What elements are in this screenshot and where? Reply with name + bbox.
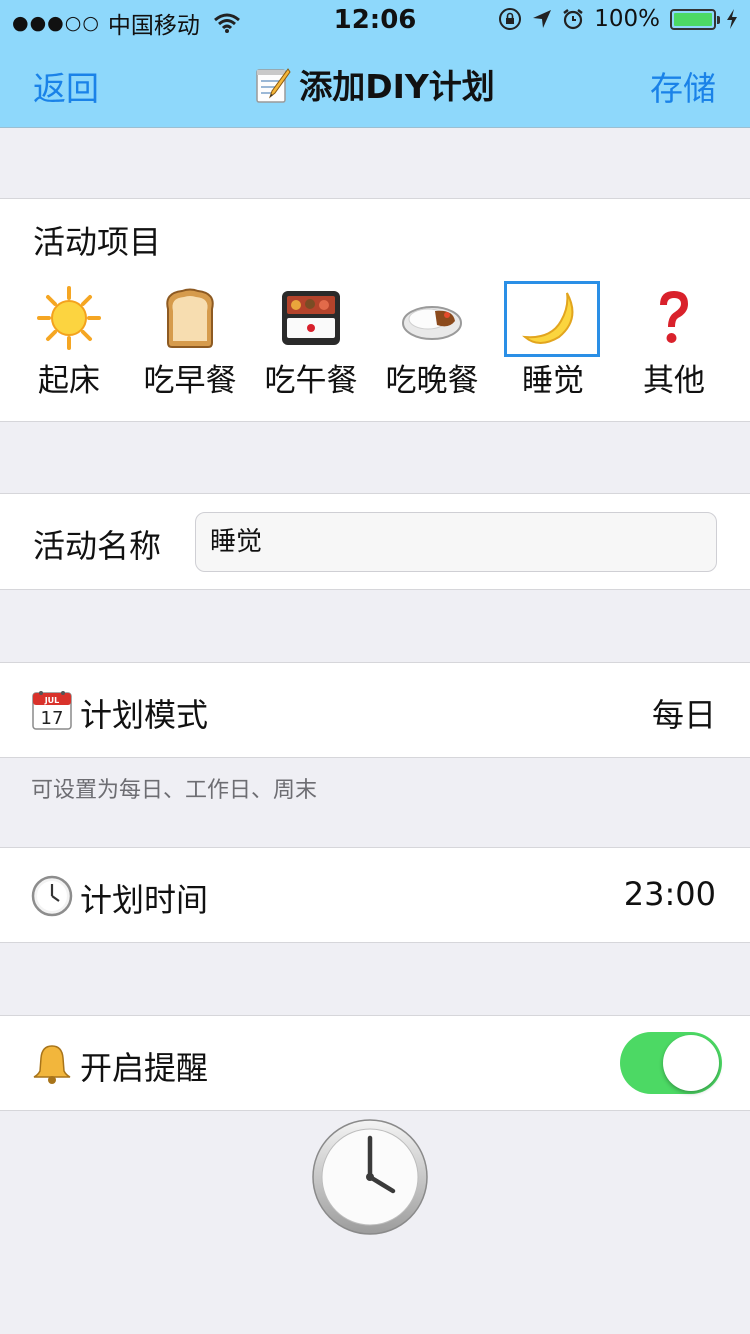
activity-option-wake[interactable]: 起床 — [11, 281, 127, 401]
activity-option-lunch[interactable]: 吃午餐 — [253, 281, 369, 401]
reminder-toggle[interactable] — [620, 1032, 722, 1094]
activity-label: 吃早餐 — [143, 363, 237, 399]
activity-option-other[interactable]: 其他 — [616, 281, 732, 401]
activity-options: 起床 吃早餐 吃午餐 吃晚餐 睡觉 其他 — [11, 281, 739, 411]
plan-mode-value: 每日 — [651, 696, 716, 734]
bento-box-icon — [282, 291, 340, 345]
activity-label: 吃午餐 — [264, 363, 358, 399]
battery-icon — [670, 8, 720, 30]
activity-icon-frame — [634, 281, 714, 355]
activity-name-label: 活动名称 — [33, 527, 162, 565]
activity-option-dinner[interactable]: 吃晚餐 — [374, 281, 490, 401]
activity-icon-frame — [150, 281, 230, 355]
bread-icon — [166, 288, 214, 348]
save-button[interactable]: 存储 — [650, 62, 716, 110]
plan-mode-row[interactable]: JUL 17 计划模式 每日 — [0, 662, 750, 758]
status-right: 100% — [498, 6, 738, 32]
plan-time-value: 23:00 — [623, 875, 716, 913]
activity-label: 吃晚餐 — [385, 363, 479, 399]
plan-mode-label: 计划模式 — [80, 696, 209, 734]
reminder-label: 开启提醒 — [80, 1049, 209, 1087]
charging-bolt-icon — [727, 9, 737, 29]
alarm-icon — [563, 9, 583, 30]
activity-heading: 活动项目 — [33, 223, 162, 261]
reminder-row: 开启提醒 — [0, 1015, 750, 1111]
rotation-lock-icon — [499, 8, 522, 30]
calendar-month: JUL — [44, 696, 60, 705]
activity-name-input[interactable]: 睡觉 — [195, 512, 717, 572]
clock-icon — [312, 1119, 428, 1235]
bell-icon — [33, 1045, 71, 1084]
calendar-day: 17 — [41, 708, 64, 729]
battery-percent: 100% — [594, 6, 660, 32]
activity-icon-frame — [392, 281, 472, 355]
page-title-container: 添加DIY计划 — [0, 60, 750, 108]
plan-time-row[interactable]: 计划时间 23:00 — [0, 847, 750, 943]
crescent-moon-icon — [522, 292, 574, 344]
calendar-icon: JUL 17 — [32, 691, 72, 730]
activity-icon-frame — [271, 281, 351, 355]
activity-name-row: 活动名称 睡觉 — [0, 493, 750, 590]
status-bar: ●●●○○ 中国移动 12:06 100% — [0, 0, 750, 40]
question-mark-icon — [660, 291, 688, 343]
activity-icon-frame — [29, 281, 109, 355]
activity-label: 起床 — [38, 363, 100, 399]
memo-icon — [256, 68, 291, 103]
activity-label: 其他 — [643, 363, 705, 399]
header: ●●●○○ 中国移动 12:06 100% 返回 添加DIY计划 存储 — [0, 0, 750, 128]
sun-icon — [37, 286, 101, 350]
activity-option-breakfast[interactable]: 吃早餐 — [132, 281, 248, 401]
activity-label: 睡觉 — [522, 363, 584, 399]
location-arrow-icon — [533, 10, 552, 28]
activity-section: 活动项目 起床 吃早餐 吃午餐 吃晚餐 睡觉 其他 — [0, 198, 750, 422]
page-title: 添加DIY计划 — [299, 67, 495, 106]
battery-level — [674, 12, 712, 26]
toggle-knob — [663, 1035, 719, 1091]
curry-rice-icon — [402, 306, 462, 340]
clock-icon — [31, 875, 73, 917]
activity-icon-frame-selected — [504, 281, 600, 357]
activity-option-sleep[interactable]: 睡觉 — [495, 281, 611, 401]
app-screen: ●●●○○ 中国移动 12:06 100% 返回 添加DIY计划 存储 活动项目… — [0, 0, 750, 1334]
navigation-bar: 返回 添加DIY计划 存储 — [0, 40, 750, 128]
plan-time-label: 计划时间 — [80, 881, 209, 919]
plan-mode-hint: 可设置为每日、工作日、周末 — [31, 778, 318, 803]
